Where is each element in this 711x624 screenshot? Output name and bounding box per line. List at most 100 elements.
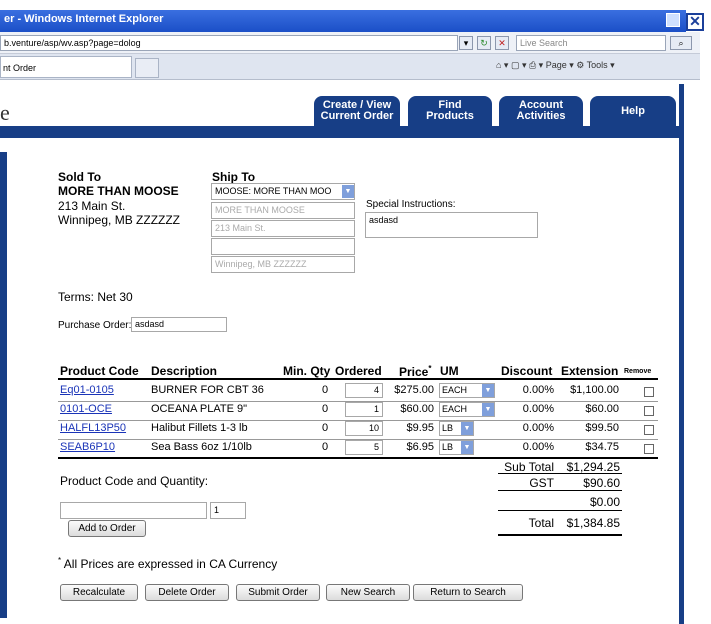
window-control-icon[interactable] [666,13,680,27]
col-description: Description [151,364,218,378]
um-select[interactable]: LB ▼ [439,421,474,436]
price-asterisk: * [428,364,432,373]
um-value: LB [442,423,454,433]
address-bar: b.venture/asp/wv.asp?page=dolog ▾ ↻ ✕ Li… [0,32,700,54]
um-select[interactable]: LB ▼ [439,440,474,455]
subtotal-value: $1,294.25 [566,460,620,474]
ordered-qty-input[interactable]: 1 [345,402,383,417]
chevron-down-icon: ▼ [461,422,473,435]
close-icon[interactable]: ✕ [686,13,704,31]
product-code-link[interactable]: SEAB6P10 [60,441,115,453]
ship-to-name-field[interactable]: MORE THAN MOOSE [211,202,355,219]
tab-bar: nt Order ⌂ ▾ ▢ ▾ ⎙ ▾ Page ▾ ⚙ Tools ▾ [0,54,700,80]
add-to-order-button[interactable]: Add to Order [68,520,146,537]
command-bar[interactable]: ⌂ ▾ ▢ ▾ ⎙ ▾ Page ▾ ⚙ Tools ▾ [496,60,615,71]
totals-rule [498,490,622,491]
ship-to-address1-field[interactable]: 213 Main St. [211,220,355,237]
new-search-button[interactable]: New Search [326,584,410,601]
product-description: Sea Bass 6oz 1/10lb [151,441,252,453]
product-code-link[interactable]: 0101-OCE [60,403,112,415]
return-to-search-button[interactable]: Return to Search [413,584,523,601]
right-border [679,84,684,624]
nav-label: Create / View Current Order [320,99,394,122]
min-qty: 0 [322,441,329,453]
submit-order-button[interactable]: Submit Order [236,584,320,601]
subtotal-label: Sub Total [504,460,554,474]
currency-note: * All Prices are expressed in CA Currenc… [58,556,277,571]
col-remove: Remove [624,368,652,375]
total-value: $1,384.85 [566,516,620,530]
extension: $99.50 [585,422,619,434]
um-select[interactable]: EACH ▼ [439,402,495,417]
special-instructions-label: Special Instructions: [366,199,456,210]
product-code-link[interactable]: Eq01-0105 [60,384,114,396]
nav-find-products[interactable]: Find Products [408,96,492,126]
site-logo: e [0,100,10,125]
ship-to-city-field[interactable]: Winnipeg, MB ZZZZZZ [211,256,355,273]
min-qty: 0 [322,403,329,415]
um-select[interactable]: EACH ▼ [439,383,495,398]
min-qty: 0 [322,422,329,434]
col-discount: Discount [501,364,553,378]
col-price-label: Price [399,365,429,379]
discount: 0.00% [522,441,554,453]
ordered-qty-input[interactable]: 5 [345,440,383,455]
remove-checkbox[interactable] [644,406,654,416]
search-icon[interactable]: ⌕ [670,36,692,50]
totals-rule [498,510,622,511]
discount: 0.00% [522,403,554,415]
chevron-down-icon: ▼ [342,185,354,198]
ship-to-select-value: MOOSE: MORE THAN MOO [215,186,332,196]
col-extension: Extension [561,364,619,378]
remove-checkbox[interactable] [644,444,654,454]
unit-price: $9.95 [406,422,434,434]
ship-to-select[interactable]: MOOSE: MORE THAN MOO ▼ [211,183,355,200]
other-charge-value: $0.00 [589,495,620,509]
nav-label: Find Products [426,99,474,122]
special-instructions-textarea[interactable]: asdasd [365,212,538,238]
product-description: OCEANA PLATE 9" [151,403,248,415]
sold-to-heading: Sold To [58,170,102,184]
ship-to-heading: Ship To [212,170,256,184]
address-input[interactable]: b.venture/asp/wv.asp?page=dolog [0,35,458,51]
table-row: HALFL13P50 Halibut Fillets 1-3 lb 0 10 $… [0,421,700,440]
new-tab-button[interactable] [135,58,159,78]
min-qty: 0 [322,384,329,396]
ship-to-address2-field[interactable] [211,238,355,255]
nav-label: Help [621,105,645,117]
extension: $1,100.00 [570,384,619,396]
unit-price: $60.00 [400,403,434,415]
nav-help[interactable]: Help [590,96,676,126]
nav-create-view-order[interactable]: Create / View Current Order [314,96,400,126]
remove-checkbox[interactable] [644,425,654,435]
nav-label: Account Activities [516,99,566,122]
quantity-input[interactable]: 1 [210,502,246,519]
ordered-qty-input[interactable]: 10 [345,421,383,436]
table-row: 0101-OCE OCEANA PLATE 9" 0 1 $60.00 EACH… [0,402,700,421]
refresh-icon[interactable]: ↻ [477,36,491,50]
delete-order-button[interactable]: Delete Order [145,584,229,601]
product-code-link[interactable]: HALFL13P50 [60,422,126,434]
currency-note-text: All Prices are expressed in CA Currency [61,557,278,571]
window-title: er - Windows Internet Explorer [4,13,164,25]
terms-text: Terms: Net 30 [58,290,133,304]
stop-icon[interactable]: ✕ [495,36,509,50]
dropdown-arrow-icon[interactable]: ▾ [459,36,473,50]
total-rule [498,534,622,536]
um-value: EACH [442,385,468,395]
unit-price: $6.95 [406,441,434,453]
recalculate-button[interactable]: Recalculate [60,584,138,601]
extension: $34.75 [585,441,619,453]
ordered-qty-input[interactable]: 4 [345,383,383,398]
live-search-input[interactable]: Live Search [516,35,666,51]
nav-account-activities[interactable]: Account Activities [499,96,583,126]
table-footer-rule [58,457,658,459]
remove-checkbox[interactable] [644,387,654,397]
browser-tab[interactable]: nt Order [0,56,132,78]
discount: 0.00% [522,384,554,396]
unit-price: $275.00 [394,384,434,396]
product-code-input[interactable] [60,502,207,519]
purchase-order-input[interactable]: asdasd [131,317,227,332]
col-product-code: Product Code [60,364,139,378]
chevron-down-icon: ▼ [482,403,494,416]
